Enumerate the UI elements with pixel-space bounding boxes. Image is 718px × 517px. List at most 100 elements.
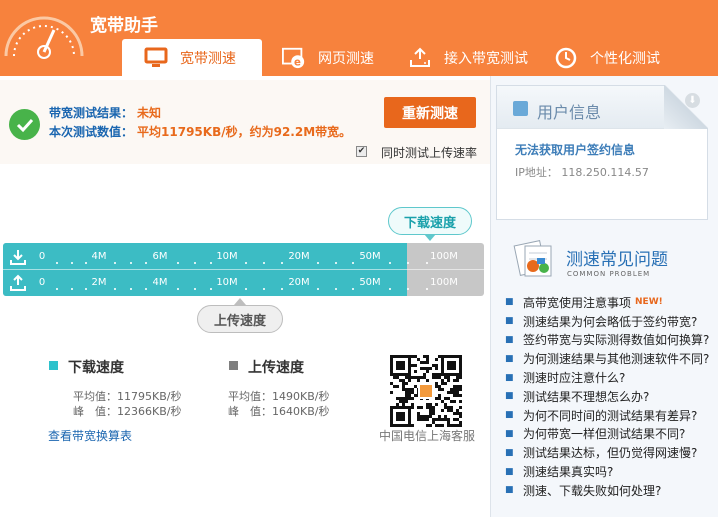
bandwidth-result: 带宽测试结果： 未知 bbox=[49, 104, 161, 121]
faq-document-icon bbox=[513, 240, 552, 277]
retest-button[interactable]: 重新测速 bbox=[384, 97, 476, 128]
ie-browser-icon: e bbox=[282, 46, 306, 70]
upload-avg: 平均值：1490KB/秒 bbox=[228, 390, 330, 403]
faq-item[interactable]: ■ 为何测速结果与其他测速软件不同? bbox=[503, 349, 718, 368]
upload-tick-label: 10M bbox=[216, 277, 238, 288]
tab-personalized-test[interactable]: 个性化测试 bbox=[552, 39, 682, 76]
faq-item[interactable]: ■ 测速结果为何会略低于签约带宽? bbox=[503, 312, 718, 331]
faq-item[interactable]: ■ 测速结果真实吗? bbox=[503, 462, 718, 481]
gauge-dot bbox=[425, 288, 428, 290]
download-peak: 峰 值：12366KB/秒 bbox=[73, 405, 182, 418]
test-value: 本次测试数值： 平均11795KB/秒，约为92.2M带宽。 bbox=[49, 123, 351, 140]
download-tick-label: 10M bbox=[216, 251, 238, 262]
bullet-icon: ■ bbox=[505, 391, 514, 402]
speed-gauge: 0 4M 6M 10M 20M 50M 100M 0 2M 4M 10M 20M 50M 100M bbox=[3, 243, 484, 296]
qr-code bbox=[390, 355, 462, 427]
gauge-dot bbox=[334, 288, 337, 290]
gauge-dot bbox=[388, 262, 391, 264]
gauge-dot bbox=[245, 288, 247, 290]
gauge-dot bbox=[425, 262, 428, 264]
upload-stats-title: 上传速度 bbox=[248, 360, 304, 376]
gauge-dot bbox=[56, 262, 59, 264]
upload-speed-pill: 上传速度 bbox=[197, 305, 283, 333]
svg-text:e: e bbox=[294, 57, 301, 68]
gauge-dot bbox=[193, 288, 196, 290]
faq-item-text: 为何带宽一样但测试结果不同? bbox=[523, 427, 686, 442]
upload-icon bbox=[10, 274, 26, 291]
upload-legend-swatch bbox=[229, 361, 238, 370]
upload-tick-label: 2M bbox=[91, 277, 107, 288]
tab-label: 宽带测速 bbox=[180, 50, 236, 67]
gauge-dot bbox=[316, 288, 319, 290]
bandwidth-conversion-link[interactable]: 查看带宽换算表 bbox=[48, 427, 132, 444]
gauge-dot bbox=[56, 288, 59, 290]
download-tick-label: 100M bbox=[430, 251, 458, 262]
gauge-dot bbox=[114, 262, 117, 264]
bullet-icon: ■ bbox=[505, 316, 514, 327]
gauge-dot bbox=[245, 262, 247, 264]
tab-access-bandwidth-test[interactable]: 接入带宽测试 bbox=[408, 39, 546, 76]
bullet-icon: ■ bbox=[505, 428, 514, 439]
faq-item[interactable]: ■ 测速、下载失败如何处理? bbox=[503, 481, 718, 500]
faq-item[interactable]: ■ 测试结果达标，但仍觉得网速慢? bbox=[503, 443, 718, 462]
gauge-dot bbox=[316, 262, 319, 264]
download-tick-label: 4M bbox=[91, 251, 107, 262]
faq-item[interactable]: ■ 高带宽使用注意事项 NEW! bbox=[503, 293, 718, 312]
upload-pointer bbox=[234, 298, 246, 305]
gauge-dot bbox=[334, 262, 337, 264]
tab-broadband-speed-test[interactable]: 宽带测速 bbox=[122, 39, 262, 76]
tab-webpage-speed-test[interactable]: e 网页测速 bbox=[280, 39, 408, 76]
new-badge: NEW! bbox=[635, 297, 663, 308]
upload-tick-label: 50M bbox=[359, 277, 381, 288]
download-stats-title: 下载速度 bbox=[68, 360, 124, 376]
upload-tick-label: 100M bbox=[430, 277, 458, 288]
faq-item[interactable]: ■ 签约带宽与实际测得数值如何换算? bbox=[503, 331, 718, 350]
faq-item-text: 签约带宽与实际测得数值如何换算? bbox=[523, 333, 710, 348]
upload-peak: 峰 值：1640KB/秒 bbox=[228, 405, 330, 418]
download-pointer bbox=[424, 234, 436, 241]
user-info-icon bbox=[513, 101, 528, 116]
faq-item-text: 测试结果达标，但仍觉得网速慢? bbox=[523, 446, 698, 461]
gauge-dot bbox=[263, 262, 265, 264]
faq-subtitle: COMMON PROBLEM bbox=[567, 270, 651, 278]
faq-item-text: 为何不同时间的测试结果有差异? bbox=[523, 408, 698, 423]
gauge-dot bbox=[281, 288, 283, 290]
faq-item[interactable]: ■ 为何带宽一样但测试结果不同? bbox=[503, 425, 718, 444]
bullet-icon: ■ bbox=[505, 410, 514, 421]
gauge-dot bbox=[129, 288, 132, 290]
download-tick-label: 6M bbox=[152, 251, 168, 262]
gauge-dot bbox=[210, 288, 213, 290]
faq-item-text: 为何测速结果与其他测速软件不同? bbox=[523, 352, 710, 367]
upload-tick-label: 4M bbox=[152, 277, 168, 288]
bullet-icon: ■ bbox=[505, 353, 514, 364]
faq-item[interactable]: ■ 测速时应注意什么? bbox=[503, 368, 718, 387]
app-title: 宽带助手 bbox=[90, 16, 158, 36]
check-icon bbox=[9, 109, 40, 140]
download-arrow-icon[interactable]: ⬇ bbox=[685, 93, 700, 108]
upload-test-checkbox[interactable]: ✔ bbox=[356, 146, 367, 157]
bullet-icon: ■ bbox=[505, 334, 514, 345]
gauge-dot bbox=[263, 288, 265, 290]
bullet-icon: ■ bbox=[505, 297, 514, 308]
test-value-text: 平均11795KB/秒，约为92.2M带宽。 bbox=[137, 125, 352, 139]
faq-item[interactable]: ■ 为何不同时间的测试结果有差异? bbox=[503, 406, 718, 425]
faq-item[interactable]: ■ 测试结果不理想怎么办? bbox=[503, 387, 718, 406]
gauge-dot bbox=[352, 288, 355, 290]
upload-tick-label: 20M bbox=[288, 277, 310, 288]
test-value-label: 本次测试数值： bbox=[49, 125, 134, 139]
bullet-icon: ■ bbox=[505, 447, 514, 458]
gauge-dot bbox=[407, 288, 409, 290]
gauge-dot bbox=[407, 262, 409, 264]
faq-list: ■ 高带宽使用注意事项 NEW! ■ 测速结果为何会略低于签约带宽? ■ 签约带宽与实际测得… bbox=[503, 293, 718, 500]
upload-test-label: 同时测试上传速率 bbox=[381, 146, 478, 160]
faq-item-text: 测速、下载失败如何处理? bbox=[523, 483, 662, 498]
faq-item-text: 测速结果为何会略低于签约带宽? bbox=[523, 314, 698, 329]
download-tick-label: 0 bbox=[38, 251, 46, 262]
faq-item-text: 测速结果真实吗? bbox=[523, 465, 614, 480]
gauge-dot bbox=[176, 288, 179, 290]
download-legend-swatch bbox=[49, 361, 58, 370]
gauge-dot bbox=[193, 262, 196, 264]
upload-tick-label: 0 bbox=[38, 277, 46, 288]
gauge-dot bbox=[281, 262, 283, 264]
bullet-icon: ■ bbox=[505, 372, 514, 383]
